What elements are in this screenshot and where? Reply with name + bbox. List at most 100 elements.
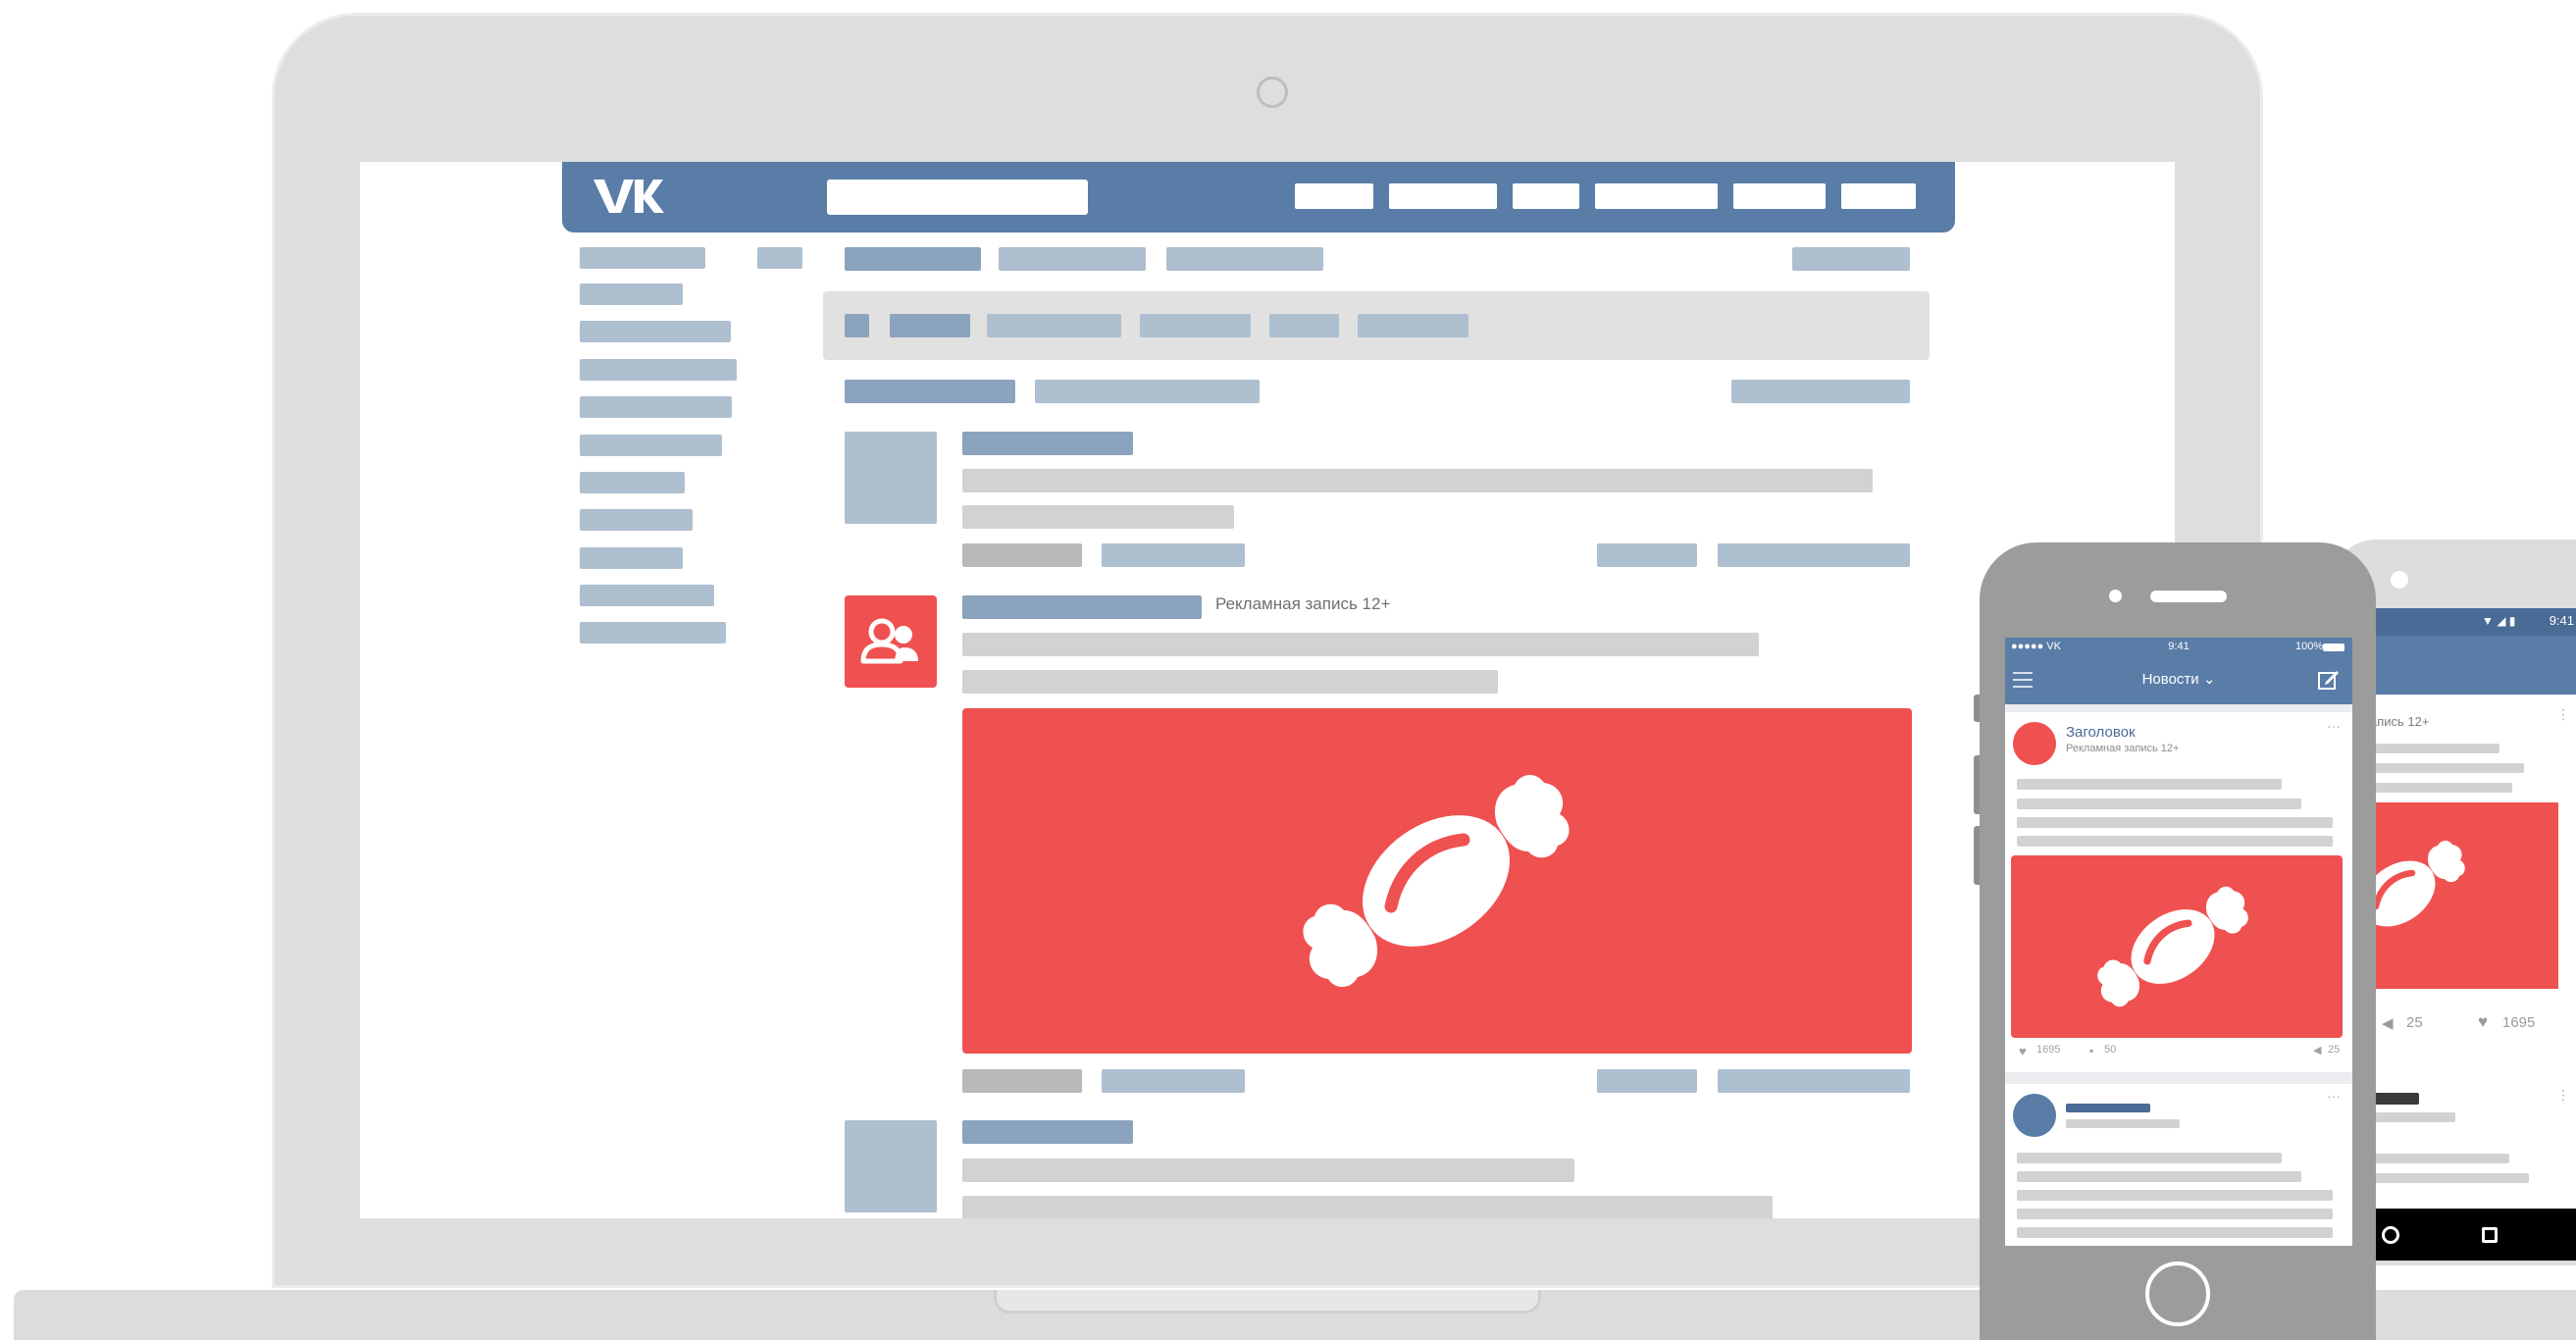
ios-navbar: Новости ⌄ xyxy=(2005,657,2352,704)
post-text-line xyxy=(2362,1173,2529,1183)
status-time: 9:41 xyxy=(2549,613,2574,628)
sidebar-item[interactable] xyxy=(580,321,731,342)
tab-active[interactable] xyxy=(845,247,981,271)
share-icon[interactable]: ◀ xyxy=(2382,1014,2394,1032)
ad-author[interactable] xyxy=(962,595,1202,619)
sidebar-item[interactable] xyxy=(580,396,732,418)
vk-header xyxy=(562,162,1955,232)
avatar[interactable] xyxy=(845,1120,937,1212)
filter-tab-active[interactable] xyxy=(890,314,970,337)
post-action[interactable] xyxy=(962,1069,1082,1093)
ad-image[interactable] xyxy=(2362,802,2558,989)
post-action[interactable] xyxy=(1597,543,1697,567)
search-input[interactable] xyxy=(827,180,1088,215)
android-card: ⋮ xyxy=(2362,1079,2576,1209)
camera-icon xyxy=(1257,77,1288,108)
post-action[interactable] xyxy=(1597,1069,1697,1093)
sidebar-item[interactable] xyxy=(580,472,685,493)
signal-icon: ▼ ◢ ▮ xyxy=(2482,614,2516,628)
ad-image[interactable] xyxy=(962,708,1912,1054)
sidebar-item[interactable] xyxy=(580,509,693,531)
post-action[interactable] xyxy=(1718,1069,1910,1093)
nav-button-2[interactable] xyxy=(1389,183,1497,209)
more-icon[interactable]: ⋮ xyxy=(2556,1087,2570,1104)
iphone-screen: ●●●●● VK 9:41 100% Новости ⌄ Заголовок Р… xyxy=(2005,638,2352,1246)
like-icon[interactable]: ♥ xyxy=(2019,1044,2027,1058)
avatar[interactable] xyxy=(845,432,937,524)
sidebar-item[interactable] xyxy=(580,435,722,456)
tab[interactable] xyxy=(999,247,1146,271)
filter-tab[interactable] xyxy=(1140,314,1251,337)
nav-title[interactable]: Новости ⌄ xyxy=(2005,670,2352,688)
sidebar-item[interactable] xyxy=(580,247,705,269)
nav-button-6[interactable] xyxy=(1841,183,1916,209)
filter-tab[interactable] xyxy=(1269,314,1339,337)
laptop-notch xyxy=(994,1290,1541,1314)
battery-icon xyxy=(2323,644,2344,651)
post-action[interactable] xyxy=(962,543,1082,567)
more-icon[interactable]: ··· xyxy=(2327,718,2341,734)
nav-button-3[interactable] xyxy=(1513,183,1579,209)
share-icon[interactable]: ◀ xyxy=(2313,1044,2321,1057)
more-icon[interactable]: ⋮ xyxy=(2556,706,2570,723)
post-text-line xyxy=(962,1196,1773,1218)
filter-icon[interactable] xyxy=(845,314,869,337)
compose-icon[interactable] xyxy=(2317,668,2341,692)
candy-icon xyxy=(1303,774,1570,988)
filter-tab[interactable] xyxy=(987,314,1121,337)
post-action[interactable] xyxy=(1102,1069,1245,1093)
share-count: 25 xyxy=(2328,1044,2341,1056)
tab[interactable] xyxy=(1166,247,1323,271)
android-status-bar: ▼ ◢ ▮ 9:41 xyxy=(2362,608,2576,636)
sidebar-item[interactable] xyxy=(580,283,683,305)
nav-button-1[interactable] xyxy=(1295,183,1373,209)
home-button[interactable] xyxy=(2145,1262,2210,1326)
feed-tab-active[interactable] xyxy=(845,380,1015,403)
community-avatar[interactable] xyxy=(2013,722,2056,765)
android-screen: ▼ ◢ ▮ 9:41 запись 12+ ⋮ ◀ 25 ♥ 1695 ⋮ xyxy=(2362,608,2576,1261)
vk-logo-icon[interactable] xyxy=(592,174,666,219)
community-avatar[interactable] xyxy=(845,595,937,688)
post-author[interactable] xyxy=(2066,1104,2150,1112)
post-title[interactable]: Заголовок xyxy=(2066,724,2136,741)
feed-settings[interactable] xyxy=(1731,380,1910,403)
nav-button-4[interactable] xyxy=(1595,183,1718,209)
post-text-line xyxy=(2362,1112,2455,1122)
speaker xyxy=(2150,591,2227,602)
ad-post-card: Заголовок Рекламная запись 12+ ··· ♥ 169… xyxy=(2005,712,2352,1072)
sidebar-item[interactable] xyxy=(580,585,714,606)
filter-tab[interactable] xyxy=(1358,314,1468,337)
sidebar-item[interactable] xyxy=(580,622,726,644)
ios-status-bar: ●●●●● VK 9:41 100% xyxy=(2005,638,2352,657)
post-text-line xyxy=(2017,799,2301,809)
battery-percent: 100% xyxy=(2295,641,2324,652)
post-text-line xyxy=(2017,779,2282,790)
more-icon[interactable]: ··· xyxy=(2327,1088,2341,1104)
post-author[interactable] xyxy=(962,1120,1133,1144)
candy-icon xyxy=(2097,886,2248,1007)
tab-right[interactable] xyxy=(1792,247,1910,271)
post-author[interactable] xyxy=(962,432,1133,455)
post-text-line xyxy=(2017,1227,2333,1238)
android-card: запись 12+ ⋮ ◀ 25 ♥ 1695 xyxy=(2362,700,2576,1063)
people-icon xyxy=(860,618,918,664)
home-icon[interactable] xyxy=(2382,1226,2399,1244)
sidebar-item[interactable] xyxy=(580,359,737,381)
post-text-line xyxy=(962,1159,1574,1182)
sidebar-counter xyxy=(757,247,802,269)
post-text-line xyxy=(2362,763,2524,773)
post-text-line xyxy=(2017,836,2333,847)
sidebar-item[interactable] xyxy=(580,547,683,569)
feed-tab[interactable] xyxy=(1035,380,1260,403)
avatar[interactable] xyxy=(2013,1094,2056,1137)
post-action[interactable] xyxy=(1718,543,1910,567)
post-action[interactable] xyxy=(1102,543,1245,567)
like-icon[interactable]: ♥ xyxy=(2478,1012,2488,1032)
post-text-line xyxy=(2017,1190,2333,1201)
front-camera xyxy=(2109,590,2122,602)
comment-icon[interactable]: ▪ xyxy=(2089,1044,2093,1057)
recents-icon[interactable] xyxy=(2482,1227,2498,1243)
ad-image[interactable] xyxy=(2011,855,2343,1038)
share-count: 25 xyxy=(2406,1014,2423,1031)
nav-button-5[interactable] xyxy=(1733,183,1826,209)
